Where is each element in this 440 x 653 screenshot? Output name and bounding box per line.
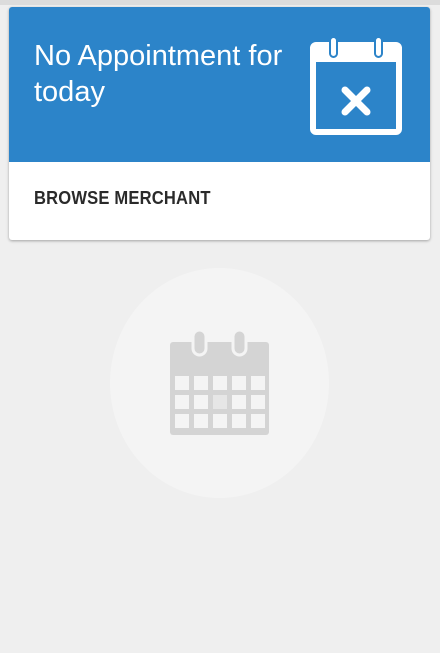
appointment-card: No Appointment for today BROWSE MERCHANT [9,7,430,240]
calendar-x-icon [310,36,402,135]
calendar-icon [170,330,269,435]
status-bar-strip [0,0,440,5]
browse-merchant-label: BROWSE MERCHANT [34,188,211,208]
browse-merchant-button[interactable]: BROWSE MERCHANT [9,162,430,240]
card-title: No Appointment for today [34,40,283,108]
card-header: No Appointment for today [9,7,430,162]
